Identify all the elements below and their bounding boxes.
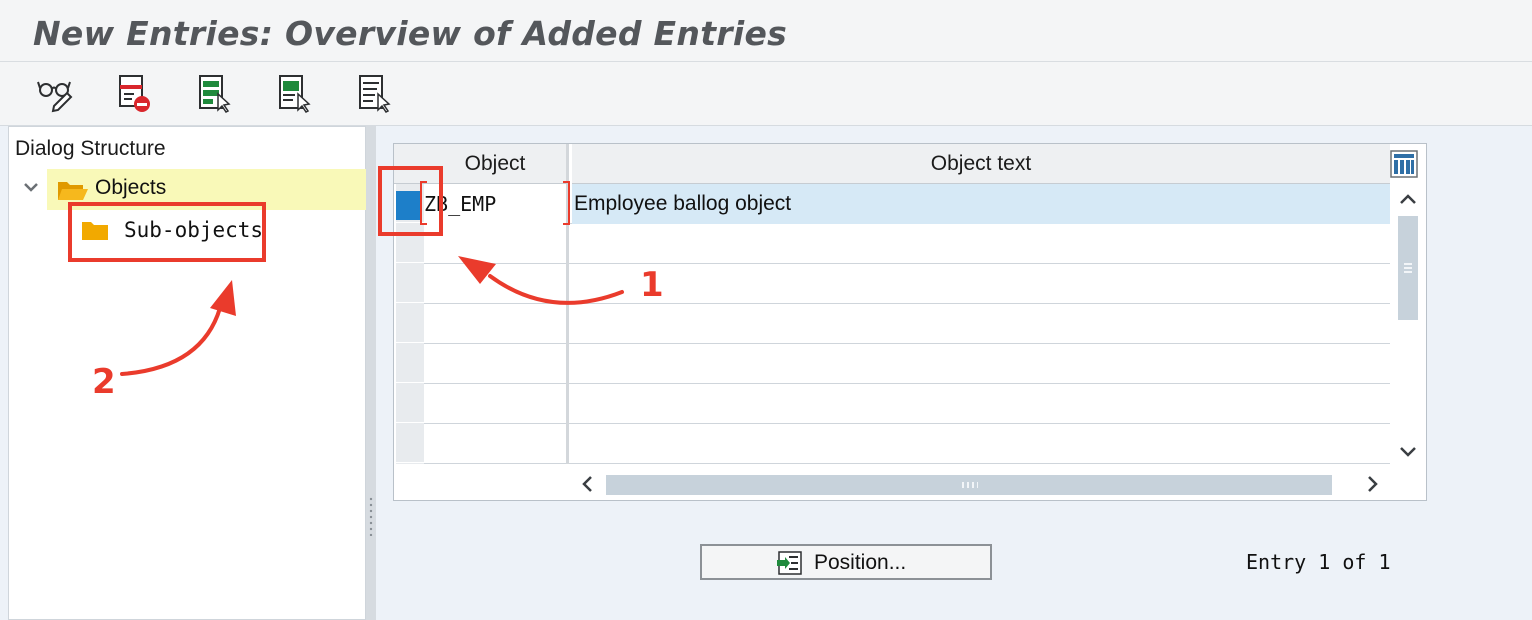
title-bar: New Entries: Overview of Added Entries (0, 0, 1532, 62)
display-glasses-icon (37, 81, 73, 113)
object-text-cell[interactable] (572, 304, 1390, 344)
entries-table: Object Object text ZB_EMP Employee ballo… (393, 143, 1427, 501)
row-selector-selected[interactable] (396, 191, 422, 220)
position-button-label: Position... (814, 551, 907, 574)
entry-count-status: Entry 1 of 1 (1246, 550, 1391, 574)
chevron-down-icon[interactable] (21, 177, 41, 197)
select-block-button[interactable] (272, 72, 316, 116)
row-selector[interactable] (396, 384, 424, 423)
folder-icon (82, 222, 108, 240)
row-selector[interactable] (396, 264, 424, 303)
object-text-cell[interactable] (572, 384, 1390, 424)
delete-entry-button[interactable] (112, 72, 156, 116)
application-toolbar (0, 62, 1532, 126)
select-block-icon (279, 75, 311, 113)
tree-item-objects[interactable]: Objects (95, 176, 166, 200)
vertical-scrollbar[interactable] (1390, 184, 1426, 464)
object-text-cell[interactable] (572, 424, 1390, 464)
object-cell[interactable] (424, 264, 569, 304)
page-title: New Entries: Overview of Added Entries (33, 14, 788, 53)
column-header-object[interactable]: Object (424, 144, 569, 184)
table-row[interactable] (424, 304, 1390, 344)
object-cell[interactable] (424, 384, 569, 424)
vertical-scroll-thumb[interactable] (1398, 216, 1418, 320)
object-text-cell[interactable] (572, 264, 1390, 304)
horizontal-scroll-thumb[interactable] (606, 475, 1332, 495)
deselect-all-button[interactable] (352, 72, 396, 116)
panel-splitter[interactable] (366, 126, 376, 620)
position-button[interactable]: Position... (700, 544, 992, 580)
folder-open-icon (58, 182, 88, 200)
select-all-button[interactable] (192, 72, 236, 116)
table-row[interactable]: ZB_EMP Employee ballog object (424, 184, 1390, 224)
select-all-icon (199, 75, 231, 113)
delete-entry-icon (119, 75, 150, 112)
tree-item-sub-objects[interactable]: Sub-objects (124, 218, 263, 242)
object-cell[interactable] (424, 224, 569, 264)
table-row[interactable] (424, 264, 1390, 304)
table-settings-icon[interactable] (1390, 150, 1418, 178)
object-cell[interactable]: ZB_EMP (424, 184, 569, 224)
row-selector-column (396, 184, 424, 464)
object-text-cell[interactable] (572, 224, 1390, 264)
table-row[interactable] (424, 384, 1390, 424)
object-text-value[interactable]: Employee ballog object (574, 192, 791, 216)
row-selector[interactable] (396, 304, 424, 343)
splitter-grip-icon[interactable] (368, 496, 374, 536)
column-header-object-text[interactable]: Object text (572, 144, 1390, 184)
deselect-all-icon (359, 75, 391, 113)
row-selector[interactable] (396, 424, 424, 463)
table-row[interactable] (424, 424, 1390, 464)
table-row[interactable] (424, 224, 1390, 264)
table-row[interactable] (424, 344, 1390, 384)
display-change-button[interactable] (34, 72, 78, 116)
row-selector[interactable] (396, 224, 424, 263)
chevron-down-icon[interactable] (1396, 439, 1420, 463)
object-cell[interactable] (424, 344, 569, 384)
object-cell[interactable] (424, 424, 569, 464)
dialog-structure-title: Dialog Structure (15, 137, 166, 160)
chevron-left-icon[interactable] (576, 472, 600, 496)
horizontal-scrollbar[interactable] (572, 466, 1390, 500)
chevron-right-icon[interactable] (1360, 472, 1384, 496)
row-selector[interactable] (396, 344, 424, 383)
object-text-cell[interactable] (572, 344, 1390, 384)
object-value[interactable]: ZB_EMP (424, 192, 496, 216)
chevron-up-icon[interactable] (1396, 188, 1420, 212)
object-text-cell[interactable]: Employee ballog object (572, 184, 1390, 224)
dialog-structure-panel: Dialog Structure Objects Sub-objects (8, 126, 367, 620)
position-icon (777, 551, 802, 575)
object-cell[interactable] (424, 304, 569, 344)
row-selector-header[interactable] (394, 144, 424, 184)
